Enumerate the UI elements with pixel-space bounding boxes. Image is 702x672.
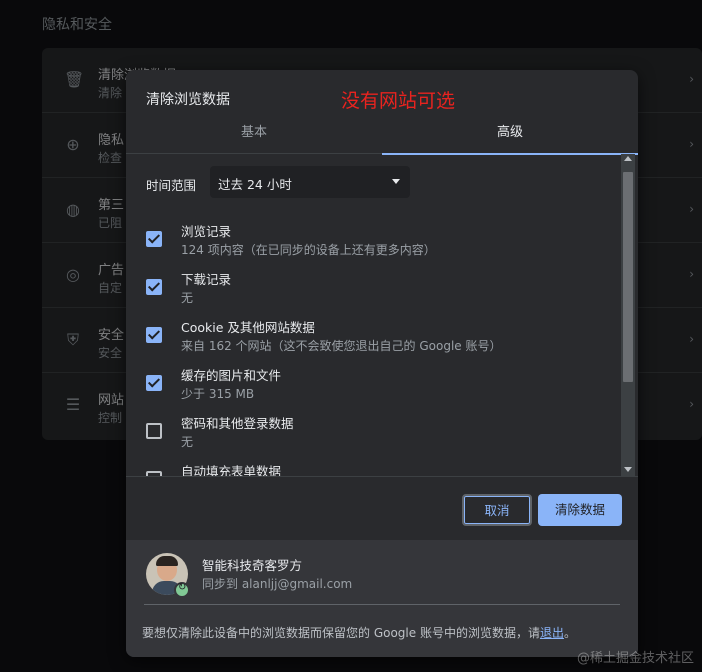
cancel-button[interactable]: 取消 — [462, 494, 532, 526]
account-sync-status: 同步到 alanljj@gmail.com — [202, 577, 353, 591]
scrollbar[interactable] — [621, 154, 635, 476]
tab-bar: 基本 高级 — [126, 120, 638, 155]
tab-basic[interactable]: 基本 — [126, 120, 382, 154]
option-download-history[interactable]: 下载记录 无 — [126, 269, 620, 317]
scroll-thumb[interactable] — [623, 172, 633, 382]
footer-note: 要想仅清除此设备中的浏览数据而保留您的 Google 账号中的浏览数据，请退出。 — [142, 624, 576, 641]
option-subtitle: 无 — [181, 291, 194, 305]
option-title: 下载记录 — [181, 272, 232, 287]
option-cached-files[interactable]: 缓存的图片和文件 少于 315 MB — [126, 365, 620, 413]
annotation-text: 没有网站可选 — [341, 90, 456, 112]
time-range-value: 过去 24 小时 — [218, 177, 292, 192]
option-title: 自动填充表单数据 — [181, 464, 282, 476]
option-subtitle: 无 — [181, 435, 194, 449]
sign-out-link[interactable]: 退出 — [540, 626, 564, 640]
dialog-actions: 取消 清除数据 — [126, 476, 638, 540]
footer-suffix: 。 — [563, 626, 576, 640]
watermark: @稀土掘金技术社区 — [576, 651, 694, 666]
clear-browsing-data-dialog: 清除浏览数据 没有网站可选 基本 高级 时间范围 过去 24 小时 浏览记录 1… — [126, 70, 638, 657]
option-title: 浏览记录 — [181, 224, 232, 239]
sync-icon — [174, 582, 190, 598]
footer-text: 要想仅清除此设备中的浏览数据而保留您的 Google 账号中的浏览数据，请 — [142, 626, 540, 640]
scroll-down-arrow-icon[interactable] — [624, 467, 632, 472]
option-subtitle: 124 项内容（在已同步的设备上还有更多内容） — [181, 243, 436, 257]
divider — [144, 604, 620, 605]
tab-label: 高级 — [496, 125, 523, 140]
scroll-up-arrow-icon[interactable] — [624, 156, 632, 161]
option-subtitle: 少于 315 MB — [181, 387, 255, 401]
time-range-label: 时间范围 — [146, 178, 197, 193]
account-name: 智能科技奇客罗方 — [202, 558, 303, 573]
option-title: 缓存的图片和文件 — [181, 368, 282, 383]
checkbox[interactable] — [146, 279, 162, 295]
dialog-content: 时间范围 过去 24 小时 浏览记录 124 项内容（在已同步的设备上还有更多内… — [126, 154, 638, 476]
option-title: Cookie 及其他网站数据 — [181, 320, 315, 335]
avatar-hair — [156, 556, 178, 566]
checkbox[interactable] — [146, 231, 162, 247]
clear-data-button[interactable]: 清除数据 — [538, 494, 622, 526]
option-title: 密码和其他登录数据 — [181, 416, 294, 431]
time-range-select[interactable]: 过去 24 小时 — [210, 166, 410, 198]
checkbox[interactable] — [146, 375, 162, 391]
account-section: 智能科技奇客罗方 同步到 alanljj@gmail.com 要想仅清除此设备中… — [126, 540, 638, 657]
option-subtitle: 来自 162 个网站（这不会致使您退出自己的 Google 账号） — [181, 339, 502, 353]
checkbox[interactable] — [146, 423, 162, 439]
dialog-title: 清除浏览数据 — [146, 92, 230, 108]
option-browsing-history[interactable]: 浏览记录 124 项内容（在已同步的设备上还有更多内容） — [126, 221, 620, 269]
option-autofill[interactable]: 自动填充表单数据 — [126, 461, 620, 476]
option-cookies[interactable]: Cookie 及其他网站数据 来自 162 个网站（这不会致使您退出自己的 Go… — [126, 317, 620, 365]
checkbox[interactable] — [146, 327, 162, 343]
dropdown-arrow-icon — [392, 179, 400, 184]
option-passwords[interactable]: 密码和其他登录数据 无 — [126, 413, 620, 461]
tab-label: 基本 — [240, 125, 267, 140]
tab-advanced[interactable]: 高级 — [382, 120, 638, 155]
